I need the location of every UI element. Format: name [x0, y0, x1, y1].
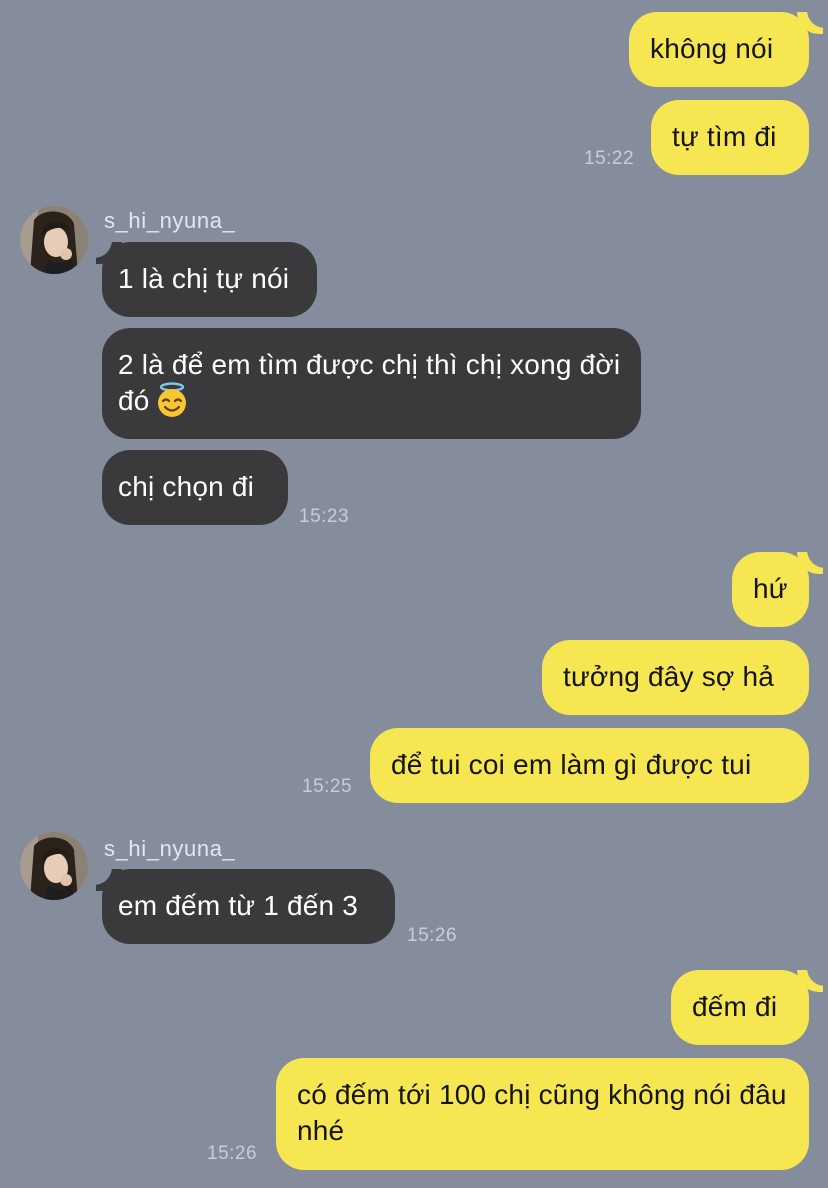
message-text: có đếm tới 100 chị cũng không nói đâu nh… [297, 1079, 787, 1146]
message-text: 1 là chị tự nói [118, 263, 290, 294]
message-text: tự tìm đi [672, 121, 777, 152]
smiling-face-with-halo-icon [154, 382, 190, 418]
message-timestamp: 15:23 [299, 506, 350, 527]
message-bubble-incoming[interactable]: chị chọn đi [102, 450, 288, 525]
chat-screen: { "chat": { "contact_username": "s_hi_ny… [0, 0, 828, 1188]
message-text: 2 là để em tìm được chị thì chị xong đời… [118, 349, 621, 416]
message-text: tưởng đây sợ hả [563, 661, 775, 692]
message-bubble-outgoing[interactable]: có đếm tới 100 chị cũng không nói đâu nh… [276, 1058, 809, 1170]
profile-photo-icon [20, 832, 88, 900]
message-bubble-outgoing[interactable]: tự tìm đi [651, 100, 809, 175]
profile-photo-icon [20, 206, 88, 274]
message-bubble-outgoing[interactable]: không nói [629, 12, 809, 87]
message-bubble-incoming[interactable]: 1 là chị tự nói [102, 242, 317, 317]
sender-username[interactable]: s_hi_nyuna_ [104, 836, 235, 862]
message-bubble-incoming[interactable]: em đếm từ 1 đến 3 [102, 869, 395, 944]
message-bubble-incoming[interactable]: 2 là để em tìm được chị thì chị xong đời… [102, 328, 641, 439]
message-text: chị chọn đi [118, 471, 255, 502]
message-text: đếm đi [692, 991, 778, 1022]
contact-avatar[interactable] [20, 206, 88, 274]
message-text: hứ [753, 573, 788, 604]
message-timestamp: 15:22 [584, 148, 635, 169]
message-text: em đếm từ 1 đến 3 [118, 890, 359, 921]
message-text: để tui coi em làm gì được tui [391, 749, 752, 780]
message-text: không nói [650, 33, 774, 64]
message-bubble-outgoing[interactable]: tưởng đây sợ hả [542, 640, 809, 715]
message-bubble-outgoing[interactable]: hứ [732, 552, 809, 627]
message-bubble-outgoing[interactable]: để tui coi em làm gì được tui [370, 728, 809, 803]
contact-avatar[interactable] [20, 832, 88, 900]
message-timestamp: 15:25 [302, 776, 353, 797]
message-bubble-outgoing[interactable]: đếm đi [671, 970, 809, 1045]
sender-username[interactable]: s_hi_nyuna_ [104, 208, 235, 234]
message-timestamp: 15:26 [207, 1143, 258, 1164]
message-timestamp: 15:26 [407, 925, 458, 946]
